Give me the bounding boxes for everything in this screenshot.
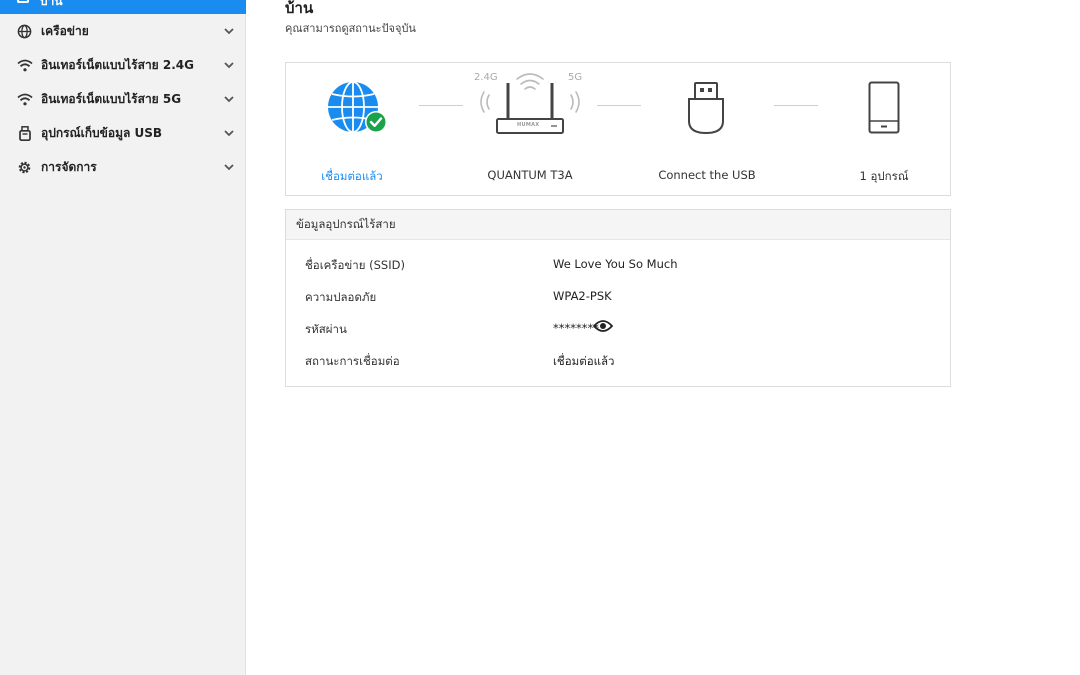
chevron-down-icon: [222, 126, 236, 140]
router-brand-label: HUMAX: [517, 122, 540, 128]
chevron-down-icon: [222, 58, 236, 72]
sidebar-item-network[interactable]: เครือข่าย: [0, 14, 246, 48]
sidebar-item-label: อินเทอร์เน็ตแบบไร้สาย 5G: [41, 91, 182, 106]
connection-status-key: สถานะการเชื่อมต่อ: [305, 354, 400, 368]
sidebar-item-label: เครือข่าย: [41, 23, 89, 38]
ssid-key: ชื่อเครือข่าย (SSID): [305, 258, 405, 272]
sidebar-item-label: อินเทอร์เน็ตแบบไร้สาย 2.4G: [41, 57, 194, 72]
connection-line: [774, 105, 818, 106]
wifi-icon: [16, 91, 33, 108]
info-row-security: ความปลอดภัย WPA2-PSK: [286, 289, 950, 309]
usb-status-label[interactable]: Connect the USB: [646, 168, 768, 182]
sidebar: บ้าน เครือข่าย อินเทอร์เน็ตแบบไร้สาย 2.4…: [0, 0, 246, 675]
sidebar-item-home[interactable]: บ้าน: [0, 0, 246, 14]
sidebar-item-management[interactable]: การจัดการ: [0, 150, 246, 184]
connection-status-value: เชื่อมต่อแล้ว: [553, 354, 615, 368]
internet-globe-icon[interactable]: [326, 81, 388, 140]
network-topology-panel: เชื่อมต่อแล้ว 2.4G 5G HUMAX QUANTUM T3A: [285, 62, 951, 196]
chevron-down-icon: [222, 160, 236, 174]
info-row-connection-status: สถานะการเชื่อมต่อ เชื่อมต่อแล้ว: [286, 353, 950, 373]
page-title: บ้าน: [285, 0, 314, 17]
connection-line: [597, 105, 641, 106]
wifi-icon: [16, 57, 33, 74]
sidebar-item-label: การจัดการ: [41, 159, 97, 174]
wireless-info-panel: ข้อมูลอุปกรณ์ไร้สาย ชื่อเครือข่าย (SSID)…: [285, 209, 951, 387]
page-subtitle: คุณสามารถดูสถานะปัจจุบัน: [285, 22, 416, 35]
connected-devices-label[interactable]: 1 อุปกรณ์: [836, 168, 932, 186]
sidebar-item-label: บ้าน: [40, 0, 63, 8]
mobile-device-icon[interactable]: [868, 81, 900, 138]
sidebar-item-wifi-5g[interactable]: อินเทอร์เน็ตแบบไร้สาย 5G: [0, 82, 246, 116]
usb-drive-icon[interactable]: [686, 81, 726, 138]
usb-drive-icon: [16, 125, 33, 142]
gear-icon: [16, 159, 33, 176]
wireless-info-header: ข้อมูลอุปกรณ์ไร้สาย: [286, 210, 950, 240]
info-row-password: รหัสผ่าน ********: [286, 319, 950, 341]
sidebar-item-wifi-24g[interactable]: อินเทอร์เน็ตแบบไร้สาย 2.4G: [0, 48, 246, 82]
chevron-down-icon: [222, 24, 236, 38]
security-value: WPA2-PSK: [553, 289, 612, 303]
connection-line: [419, 105, 463, 106]
info-row-ssid: ชื่อเครือข่าย (SSID) We Love You So Much: [286, 257, 950, 277]
internet-status-label[interactable]: เชื่อมต่อแล้ว: [304, 168, 400, 186]
chevron-down-icon: [222, 92, 236, 106]
router-name-label: QUANTUM T3A: [487, 168, 573, 182]
password-key: รหัสผ่าน: [305, 322, 347, 336]
sidebar-item-label: อุปกรณ์เก็บข้อมูล USB: [41, 125, 163, 140]
show-password-eye-icon[interactable]: [592, 319, 614, 336]
home-icon: [17, 0, 29, 3]
globe-icon: [16, 23, 33, 40]
ssid-value: We Love You So Much: [553, 257, 678, 271]
security-key: ความปลอดภัย: [305, 290, 377, 304]
router-icon[interactable]: [474, 69, 586, 140]
sidebar-item-usb-storage[interactable]: อุปกรณ์เก็บข้อมูล USB: [0, 116, 246, 150]
